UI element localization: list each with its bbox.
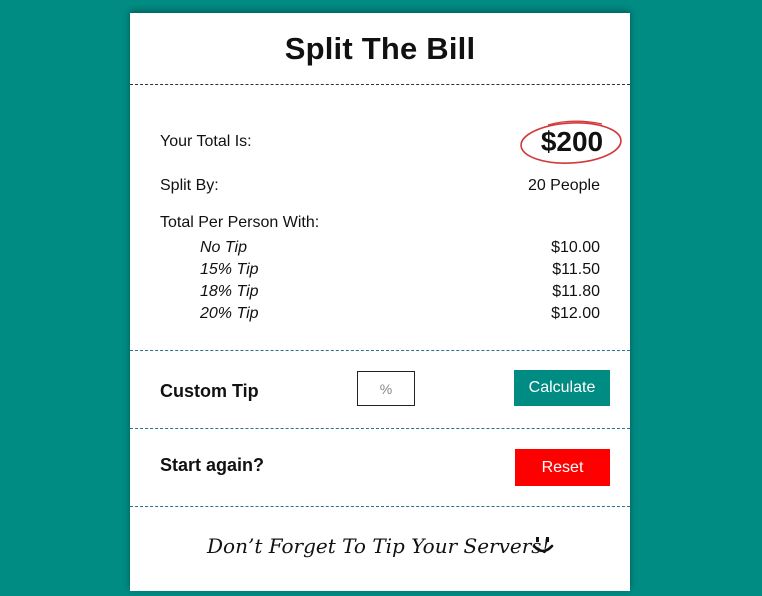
per-person-heading-row: Total Per Person With: xyxy=(160,212,600,234)
total-amount: $200 xyxy=(540,126,604,157)
total-amount-container: $200 xyxy=(520,120,622,164)
receipt-torn-edge xyxy=(130,591,630,596)
page-title: Split The Bill xyxy=(284,30,476,66)
list-item: 20% Tip $12.00 xyxy=(200,303,600,325)
split-label: Split By: xyxy=(160,177,219,194)
calculate-button[interactable]: Calculate xyxy=(514,370,610,406)
custom-tip-section: Custom Tip Calculate xyxy=(130,351,630,429)
custom-tip-label: Custom Tip xyxy=(160,381,259,401)
split-value: 20 People xyxy=(527,177,600,194)
restart-section: Start again? Reset xyxy=(130,429,630,507)
tip-value: $11.80 xyxy=(552,283,600,300)
smiley-icon xyxy=(532,537,554,553)
total-label: Your Total Is: xyxy=(160,133,252,150)
bill-summary: Your Total Is: $200 Split By: 20 People … xyxy=(130,85,630,351)
tip-value: $11.50 xyxy=(552,261,600,278)
tip-label: 20% Tip xyxy=(200,305,259,322)
restart-label: Start again? xyxy=(160,455,265,475)
custom-tip-input[interactable] xyxy=(357,371,415,406)
receipt-card: Split The Bill Your Total Is: $200 Split… xyxy=(130,13,630,591)
tip-label: 15% Tip xyxy=(200,261,259,278)
total-row: Your Total Is: $200 xyxy=(160,120,622,164)
per-person-label: Total Per Person With: xyxy=(160,214,320,231)
split-row: Split By: 20 People xyxy=(160,175,600,197)
list-item: 15% Tip $11.50 xyxy=(200,259,600,281)
tip-label: 18% Tip xyxy=(200,283,259,300)
receipt-header: Split The Bill xyxy=(130,13,630,85)
footer-message: Don’t Forget To Tip Your Servers! xyxy=(207,534,550,558)
receipt-footer: Don’t Forget To Tip Your Servers! xyxy=(130,507,630,589)
list-item: No Tip $10.00 xyxy=(200,237,600,259)
tip-label: No Tip xyxy=(200,239,247,256)
tip-value: $10.00 xyxy=(551,239,600,256)
tip-value: $12.00 xyxy=(551,305,600,322)
reset-button[interactable]: Reset xyxy=(515,449,610,486)
tip-list: No Tip $10.00 15% Tip $11.50 18% Tip $11… xyxy=(200,237,600,325)
list-item: 18% Tip $11.80 xyxy=(200,281,600,303)
